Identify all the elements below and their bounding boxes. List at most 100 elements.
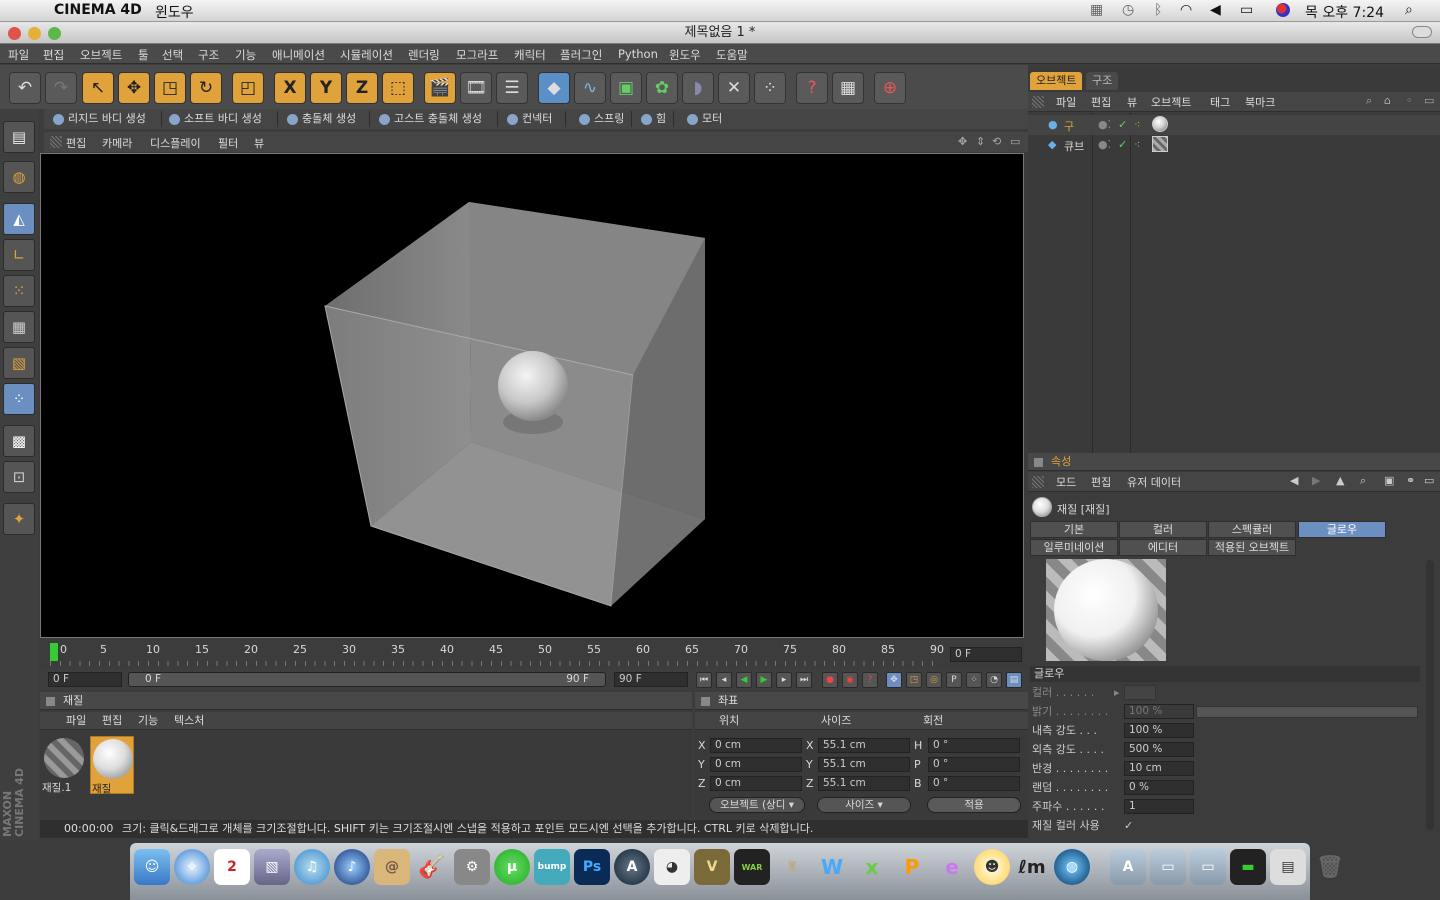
tab-objects[interactable]: 오브젝트 (1030, 72, 1083, 90)
om-menu-object[interactable]: 오브젝트 (1151, 94, 1191, 110)
size-y-field[interactable]: 55.1 cm (818, 757, 910, 772)
polygons-mode-icon[interactable]: ⁙ (3, 275, 35, 307)
om-menu-file[interactable]: 파일 (1056, 94, 1076, 110)
panda-icon[interactable]: ◕ (654, 849, 690, 885)
force-button[interactable]: 힘 (638, 111, 674, 127)
size-mode-select[interactable]: 사이즈 ▾ (817, 797, 911, 813)
input-source-icon[interactable] (1276, 3, 1290, 17)
end-frame-field[interactable]: 90 F (614, 672, 688, 687)
uv-points-icon[interactable]: ▦ (3, 311, 35, 343)
viewport-move-icon[interactable]: ✥ (958, 135, 967, 148)
enabled-check-icon[interactable]: ✓ (1118, 118, 1127, 131)
position-x-field[interactable]: 0 cm (710, 738, 802, 753)
undo-icon[interactable]: ↶ (9, 72, 41, 104)
object-row-cube[interactable]: ◆ 큐브 ●⁚ ✓ ⁖ (1028, 135, 1440, 155)
assassins-creed-icon[interactable]: A (614, 849, 650, 885)
auto-key-icon[interactable]: ◉ (842, 672, 858, 688)
menu-help[interactable]: 도움말 (716, 47, 748, 63)
tab-assigned-objects[interactable]: 적용된 오브젝트 (1208, 539, 1296, 556)
attr-expand-icon[interactable]: ▭ (1424, 474, 1434, 487)
lock-icon[interactable]: ▣ (1384, 474, 1394, 487)
iphoto-icon[interactable]: ▧ (254, 849, 290, 885)
render-view-icon[interactable]: 🎬 (424, 72, 456, 104)
minimize-window-icon[interactable] (28, 27, 41, 40)
timeline-layout-icon[interactable]: ▤ (1006, 672, 1022, 688)
menu-plugins[interactable]: 플러그인 (560, 47, 602, 63)
close-window-icon[interactable] (8, 27, 21, 40)
play-backward-icon[interactable]: ◀ (736, 672, 752, 688)
clock[interactable]: 목 오후 7:24 (1305, 2, 1384, 22)
y-axis-icon[interactable]: Y (310, 72, 342, 104)
ical-icon[interactable]: 2 (214, 849, 250, 885)
key-position-icon[interactable]: ✥ (886, 672, 902, 688)
game-icon[interactable]: ♜ (774, 849, 810, 885)
attr-search-icon[interactable]: ⌕ (1360, 474, 1366, 488)
quick-shading-icon[interactable]: ✦ (3, 503, 35, 535)
coord-mode-select[interactable]: 오브젝트 (상디 ▾ (709, 797, 805, 813)
tab-basic[interactable]: 기본 (1030, 521, 1118, 538)
tab-illumination[interactable]: 일루미네이션 (1030, 539, 1118, 556)
mail-icon[interactable]: @ (374, 849, 410, 885)
window-menu[interactable]: 윈도우 (155, 2, 194, 22)
key-pla-icon[interactable]: ⁘ (966, 672, 982, 688)
object-axis-icon[interactable]: ⁘ (3, 383, 35, 415)
layout-icon[interactable]: ▤ (3, 121, 35, 153)
deformer-icon[interactable]: ◗ (682, 72, 714, 104)
attr-menu-edit[interactable]: 편집 (1091, 474, 1111, 490)
menu-tools[interactable]: 툴 (138, 47, 149, 63)
mat-menu-function[interactable]: 기능 (138, 712, 158, 730)
rotation-p-field[interactable]: 0 ° (928, 757, 1020, 772)
go-to-start-icon[interactable]: ⏮ (696, 672, 712, 688)
om-menu-view[interactable]: 뷰 (1127, 94, 1137, 110)
menu-functions[interactable]: 기능 (235, 47, 256, 63)
viewport-rotate-icon[interactable]: ⟲ (992, 135, 1001, 148)
render-settings-icon[interactable]: ☰ (496, 72, 528, 104)
frame-range-slider[interactable]: 0 F 90 F (128, 672, 606, 687)
menu-edit[interactable]: 편집 (43, 47, 64, 63)
playhead-marker[interactable] (50, 643, 58, 661)
key-parameter-icon[interactable]: P (946, 672, 962, 688)
back-arrow-icon[interactable]: ◀ (1290, 474, 1298, 487)
render-picture-viewer-icon[interactable]: 🎞 (460, 72, 492, 104)
menu-render[interactable]: 렌더링 (408, 47, 440, 63)
mat-menu-texture[interactable]: 텍스처 (174, 712, 204, 730)
tab-glow[interactable]: 글로우 (1298, 521, 1386, 538)
viewport-menu-edit[interactable]: 편집 (66, 135, 86, 151)
system-preferences-icon[interactable]: ⚙ (454, 849, 490, 885)
globe-icon[interactable]: ◍ (1054, 849, 1090, 885)
propaint-icon[interactable]: P (894, 849, 930, 885)
random-field[interactable]: 0 % (1124, 780, 1194, 795)
rotation-b-field[interactable]: 0 ° (928, 776, 1020, 791)
menu-mograph[interactable]: 모그라프 (456, 47, 498, 63)
attr-menu-mode[interactable]: 모드 (1056, 474, 1076, 490)
edges-mode-icon[interactable]: ∟ (3, 239, 35, 271)
array-icon[interactable]: ✿ (646, 72, 678, 104)
om-search-icon[interactable]: ⌕ (1366, 94, 1372, 108)
rigid-body-button[interactable]: 리지드 바디 생성 (50, 111, 162, 127)
use-material-color-checkbox[interactable]: ✓ (1124, 817, 1133, 835)
finder-icon[interactable]: ☺ (134, 849, 170, 885)
downloads-folder-icon[interactable]: ▭ (1190, 849, 1226, 885)
om-eye-icon[interactable]: ◦ (1406, 94, 1413, 107)
mat-menu-file[interactable]: 파일 (66, 712, 86, 730)
interpolation-icon[interactable]: ◔ (986, 672, 1002, 688)
menu-select[interactable]: 선택 (162, 47, 183, 63)
spring-button[interactable]: 스프링 (576, 111, 632, 127)
go-to-end-icon[interactable]: ⏭ (796, 672, 812, 688)
spotlight-icon[interactable]: ⌕ (1405, 2, 1413, 18)
prev-key-icon[interactable]: ◂ (716, 672, 732, 688)
3d-viewport[interactable] (40, 153, 1024, 638)
texture-mode-icon[interactable]: ◍ (3, 161, 35, 193)
move-icon[interactable]: ✥ (118, 72, 150, 104)
safari-icon[interactable]: ✧ (174, 849, 210, 885)
menu-animation[interactable]: 애니메이션 (272, 47, 325, 63)
workplane-icon[interactable]: ▩ (3, 425, 35, 457)
menu-window[interactable]: 윈도우 (669, 47, 701, 63)
soft-body-button[interactable]: 소프트 바디 생성 (166, 111, 278, 127)
toolbar-toggle-icon[interactable] (1412, 26, 1432, 38)
chat-icon[interactable]: ☻ (974, 849, 1010, 885)
bluetooth-icon[interactable]: ᛒ (1154, 2, 1162, 18)
key-scale-icon[interactable]: ◳ (906, 672, 922, 688)
terminal-icon[interactable]: ▬ (1230, 849, 1266, 885)
om-menu-bookmarks[interactable]: 북마크 (1245, 94, 1275, 110)
